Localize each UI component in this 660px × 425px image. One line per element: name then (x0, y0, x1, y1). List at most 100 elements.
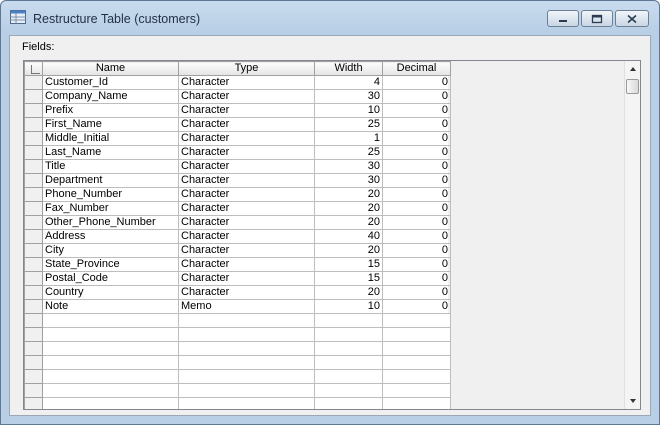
row-selector[interactable] (24, 173, 43, 188)
fields-grid[interactable]: Name Type Width Decimal Customer_Id Chara… (23, 60, 641, 410)
cell-type[interactable]: Character (178, 103, 315, 118)
row-selector[interactable] (24, 243, 43, 258)
cell-decimal[interactable]: 0 (382, 285, 451, 300)
table-row[interactable]: Department Character 30 0 (24, 173, 451, 188)
row-selector[interactable] (24, 201, 43, 216)
cell-type[interactable] (178, 313, 315, 328)
row-selector[interactable] (24, 313, 43, 328)
cell-name[interactable]: Prefix (42, 103, 179, 118)
cell-width[interactable] (314, 313, 383, 328)
cell-width[interactable]: 25 (314, 145, 383, 160)
table-row[interactable]: Country Character 20 0 (24, 285, 451, 300)
table-row[interactable]: Middle_Initial Character 1 0 (24, 131, 451, 146)
cell-type[interactable]: Character (178, 75, 315, 90)
table-row[interactable]: First_Name Character 25 0 (24, 117, 451, 132)
cell-name[interactable]: Address (42, 229, 179, 244)
cell-width[interactable] (314, 383, 383, 398)
maximize-button[interactable] (581, 10, 613, 27)
cell-width[interactable]: 30 (314, 89, 383, 104)
title-bar[interactable]: Restructure Table (customers) (1, 1, 659, 35)
cell-decimal[interactable] (382, 397, 451, 409)
cell-type[interactable]: Character (178, 271, 315, 286)
cell-width[interactable]: 1 (314, 131, 383, 146)
cell-type[interactable] (178, 341, 315, 356)
row-selector[interactable] (24, 299, 43, 314)
cell-decimal[interactable]: 0 (382, 243, 451, 258)
cell-type[interactable]: Character (178, 201, 315, 216)
row-selector[interactable] (24, 327, 43, 342)
row-selector[interactable] (24, 159, 43, 174)
table-row[interactable]: State_Province Character 15 0 (24, 257, 451, 272)
row-selector[interactable] (24, 355, 43, 370)
cell-width[interactable]: 20 (314, 201, 383, 216)
table-row[interactable]: City Character 20 0 (24, 243, 451, 258)
table-row[interactable]: Customer_Id Character 4 0 (24, 75, 451, 90)
cell-type[interactable]: Memo (178, 299, 315, 314)
cell-type[interactable]: Character (178, 229, 315, 244)
cell-name[interactable]: Note (42, 299, 179, 314)
cell-width[interactable]: 15 (314, 271, 383, 286)
cell-width[interactable] (314, 341, 383, 356)
cell-name[interactable]: State_Province (42, 257, 179, 272)
cell-type[interactable]: Character (178, 187, 315, 202)
cell-decimal[interactable]: 0 (382, 201, 451, 216)
cell-type[interactable]: Character (178, 215, 315, 230)
cell-name[interactable]: Country (42, 285, 179, 300)
row-selector[interactable] (24, 229, 43, 244)
empty-table-row[interactable] (24, 397, 451, 409)
cell-type[interactable]: Character (178, 117, 315, 132)
cell-decimal[interactable]: 0 (382, 299, 451, 314)
row-selector[interactable] (24, 75, 43, 90)
empty-table-row[interactable] (24, 313, 451, 328)
column-header-decimal[interactable]: Decimal (382, 61, 451, 76)
cell-name[interactable] (42, 369, 179, 384)
cell-name[interactable]: First_Name (42, 117, 179, 132)
cell-decimal[interactable]: 0 (382, 117, 451, 132)
cell-width[interactable]: 20 (314, 243, 383, 258)
select-all-corner[interactable] (24, 61, 43, 76)
cell-width[interactable]: 4 (314, 75, 383, 90)
cell-type[interactable]: Character (178, 145, 315, 160)
cell-type[interactable]: Character (178, 243, 315, 258)
cell-name[interactable]: Title (42, 159, 179, 174)
column-header-type[interactable]: Type (178, 61, 315, 76)
cell-name[interactable]: Other_Phone_Number (42, 215, 179, 230)
cell-name[interactable] (42, 383, 179, 398)
cell-type[interactable] (178, 383, 315, 398)
empty-table-row[interactable] (24, 369, 451, 384)
cell-decimal[interactable]: 0 (382, 271, 451, 286)
row-selector[interactable] (24, 187, 43, 202)
cell-type[interactable]: Character (178, 285, 315, 300)
table-row[interactable]: Company_Name Character 30 0 (24, 89, 451, 104)
cell-type[interactable]: Character (178, 159, 315, 174)
cell-width[interactable] (314, 397, 383, 409)
cell-width[interactable]: 20 (314, 215, 383, 230)
cell-name[interactable]: Middle_Initial (42, 131, 179, 146)
table-row[interactable]: Address Character 40 0 (24, 229, 451, 244)
cell-name[interactable] (42, 313, 179, 328)
table-row[interactable]: Title Character 30 0 (24, 159, 451, 174)
cell-decimal[interactable]: 0 (382, 257, 451, 272)
cell-decimal[interactable]: 0 (382, 131, 451, 146)
cell-width[interactable]: 25 (314, 117, 383, 132)
row-selector[interactable] (24, 369, 43, 384)
row-selector[interactable] (24, 397, 43, 409)
cell-name[interactable] (42, 397, 179, 409)
cell-name[interactable]: City (42, 243, 179, 258)
cell-decimal[interactable] (382, 327, 451, 342)
fields-table[interactable]: Name Type Width Decimal Customer_Id Chara… (24, 61, 451, 409)
arrow-up-icon[interactable] (625, 61, 641, 77)
cell-decimal[interactable]: 0 (382, 145, 451, 160)
row-selector[interactable] (24, 103, 43, 118)
minimize-button[interactable] (547, 10, 579, 27)
cell-width[interactable] (314, 327, 383, 342)
arrow-down-icon[interactable] (625, 393, 641, 409)
cell-type[interactable]: Character (178, 131, 315, 146)
close-button[interactable] (615, 10, 649, 27)
cell-decimal[interactable]: 0 (382, 159, 451, 174)
cell-width[interactable]: 15 (314, 257, 383, 272)
cell-name[interactable]: Department (42, 173, 179, 188)
row-selector[interactable] (24, 257, 43, 272)
empty-table-row[interactable] (24, 327, 451, 342)
cell-type[interactable] (178, 355, 315, 370)
